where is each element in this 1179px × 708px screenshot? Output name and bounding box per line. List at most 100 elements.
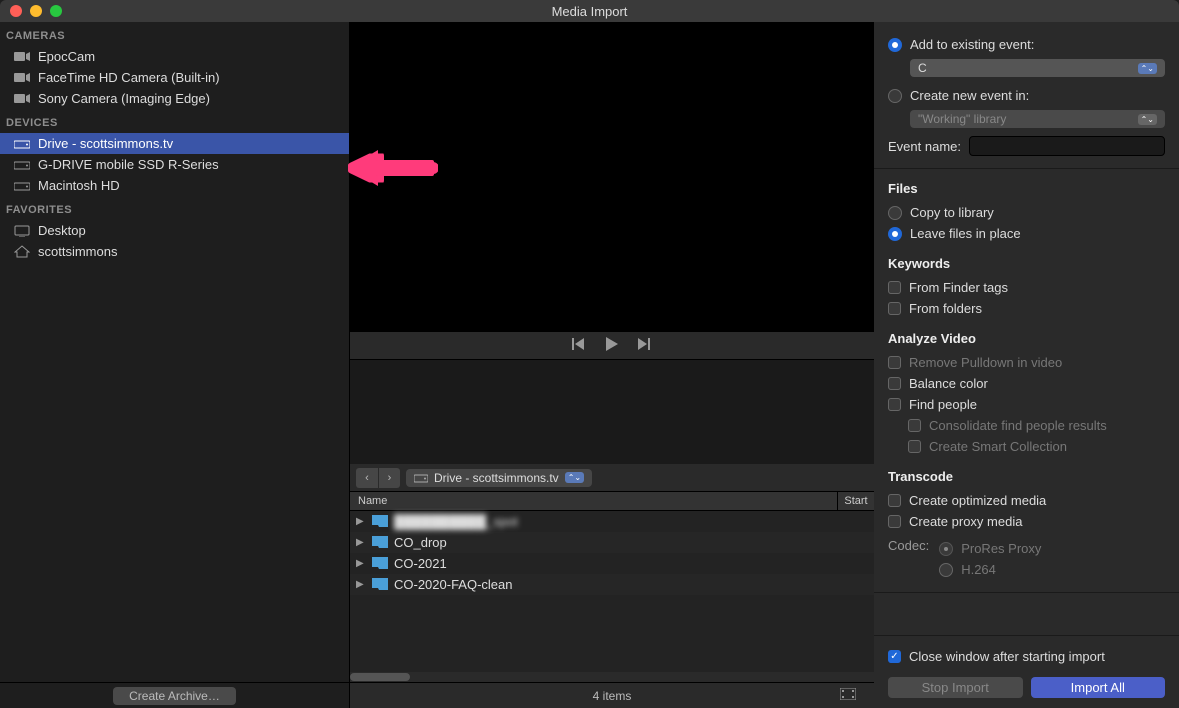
section-header-favorites: FAVORITES (0, 196, 349, 220)
import-options-panel: Add to existing event: C ⌃⌄ Create new e… (874, 22, 1179, 708)
sidebar-label: Sony Camera (Imaging Edge) (38, 91, 210, 106)
sidebar-item-sony[interactable]: Sony Camera (Imaging Edge) (0, 88, 349, 109)
prores-radio[interactable]: ProRes Proxy (939, 538, 1041, 559)
radio-label: ProRes Proxy (961, 541, 1041, 556)
column-name[interactable]: Name (350, 492, 838, 510)
add-to-existing-radio[interactable]: Add to existing event: (888, 34, 1165, 55)
browser-area: ‹ › Drive - scottsimmons.tv ⌃⌄ Name Star… (350, 360, 874, 708)
dropdown-value: "Working" library (918, 112, 1006, 126)
file-row[interactable]: ▶ CO-2021 (350, 553, 874, 574)
radio-label: Leave files in place (910, 226, 1021, 241)
sidebar-label: FaceTime HD Camera (Built-in) (38, 70, 220, 85)
sidebar-item-home[interactable]: scottsimmons (0, 241, 349, 262)
h264-radio[interactable]: H.264 (939, 559, 1041, 580)
proxy-media-checkbox[interactable]: Create proxy media (888, 511, 1165, 532)
checkbox-label: Close window after starting import (909, 649, 1105, 664)
keywords-heading: Keywords (888, 256, 1165, 271)
checkbox-icon (908, 440, 921, 453)
smart-collection-checkbox[interactable]: Create Smart Collection (888, 436, 1165, 457)
sidebar-item-gdrive[interactable]: G-DRIVE mobile SSD R-Series (0, 154, 349, 175)
existing-event-dropdown[interactable]: C ⌃⌄ (910, 59, 1165, 77)
file-list-header[interactable]: Name Start (350, 492, 874, 511)
file-row[interactable]: ▶ ██████████_spot (350, 511, 874, 532)
leave-in-place-radio[interactable]: Leave files in place (888, 223, 1165, 244)
event-name-input[interactable] (969, 136, 1165, 156)
chevron-updown-icon: ⌃⌄ (1138, 114, 1157, 125)
sidebar-item-epoccam[interactable]: EpocCam (0, 46, 349, 67)
browser-footer: 4 items (350, 682, 874, 708)
disclosure-triangle-icon[interactable]: ▶ (356, 579, 366, 590)
radio-icon (888, 38, 902, 52)
checkbox-icon (888, 302, 901, 315)
camera-icon (14, 50, 30, 63)
radio-icon (939, 563, 953, 577)
checkbox-icon (888, 356, 901, 369)
nav-back-button[interactable]: ‹ (356, 468, 378, 488)
checkbox-label: Consolidate find people results (929, 418, 1107, 433)
filmstrip-icon[interactable] (840, 688, 856, 703)
desktop-icon (14, 224, 30, 237)
checkbox-label: Find people (909, 397, 977, 412)
camera-icon (14, 71, 30, 84)
remove-pulldown-checkbox[interactable]: Remove Pulldown in video (888, 352, 1165, 373)
browser-blank-area (350, 360, 874, 464)
camera-icon (14, 92, 30, 105)
sidebar-label: Macintosh HD (38, 178, 120, 193)
create-new-event-radio[interactable]: Create new event in: (888, 85, 1165, 106)
titlebar: Media Import (0, 0, 1179, 22)
disclosure-triangle-icon[interactable]: ▶ (356, 537, 366, 548)
column-start[interactable]: Start (838, 492, 874, 510)
new-event-location-dropdown[interactable]: "Working" library ⌃⌄ (910, 110, 1165, 128)
checkbox-label: Balance color (909, 376, 988, 391)
sidebar-item-facetime[interactable]: FaceTime HD Camera (Built-in) (0, 67, 349, 88)
checkbox-icon (908, 419, 921, 432)
checkbox-icon: ✓ (888, 650, 901, 663)
radio-icon (939, 542, 953, 556)
event-name-label: Event name: (888, 139, 961, 154)
drive-icon (14, 137, 30, 150)
folder-icon (372, 536, 388, 549)
drive-icon (14, 158, 30, 171)
stop-import-button[interactable]: Stop Import (888, 677, 1023, 698)
close-after-checkbox[interactable]: ✓ Close window after starting import (888, 646, 1165, 667)
folder-icon (372, 515, 388, 528)
horizontal-scrollbar[interactable] (350, 672, 874, 682)
chevron-updown-icon: ⌃⌄ (1138, 63, 1157, 74)
sidebar-label: scottsimmons (38, 244, 117, 259)
folders-checkbox[interactable]: From folders (888, 298, 1165, 319)
copy-to-library-radio[interactable]: Copy to library (888, 202, 1165, 223)
sidebar-item-desktop[interactable]: Desktop (0, 220, 349, 241)
consolidate-checkbox[interactable]: Consolidate find people results (888, 415, 1165, 436)
file-row[interactable]: ▶ CO_drop (350, 532, 874, 553)
file-row[interactable]: ▶ CO-2020-FAQ-clean (350, 574, 874, 595)
optimized-media-checkbox[interactable]: Create optimized media (888, 490, 1165, 511)
nav-forward-button[interactable]: › (378, 468, 400, 488)
source-sidebar: CAMERAS EpocCam FaceTime HD Camera (Buil… (0, 22, 350, 708)
sidebar-item-drive-scottsimmons[interactable]: Drive - scottsimmons.tv (0, 133, 349, 154)
finder-tags-checkbox[interactable]: From Finder tags (888, 277, 1165, 298)
sidebar-label: Desktop (38, 223, 86, 238)
browser-toolbar: ‹ › Drive - scottsimmons.tv ⌃⌄ (350, 464, 874, 492)
radio-icon (888, 206, 902, 220)
checkbox-label: Create proxy media (909, 514, 1022, 529)
drive-icon (14, 179, 30, 192)
balance-color-checkbox[interactable]: Balance color (888, 373, 1165, 394)
checkbox-icon (888, 377, 901, 390)
scrollbar-thumb[interactable] (350, 673, 410, 681)
sidebar-item-macintosh-hd[interactable]: Macintosh HD (0, 175, 349, 196)
radio-label: Add to existing event: (910, 37, 1034, 52)
disclosure-triangle-icon[interactable]: ▶ (356, 558, 366, 569)
path-dropdown[interactable]: Drive - scottsimmons.tv ⌃⌄ (406, 469, 592, 487)
find-people-checkbox[interactable]: Find people (888, 394, 1165, 415)
file-list: Name Start ▶ ██████████_spot ▶ CO_drop ▶… (350, 492, 874, 672)
import-all-button[interactable]: Import All (1031, 677, 1166, 698)
radio-icon (888, 89, 902, 103)
create-archive-button[interactable]: Create Archive… (113, 687, 236, 705)
next-button[interactable] (638, 338, 652, 353)
checkbox-label: From Finder tags (909, 280, 1008, 295)
checkbox-label: From folders (909, 301, 982, 316)
folder-icon (372, 578, 388, 591)
prev-button[interactable] (572, 338, 586, 353)
play-button[interactable] (606, 337, 618, 354)
disclosure-triangle-icon[interactable]: ▶ (356, 516, 366, 527)
